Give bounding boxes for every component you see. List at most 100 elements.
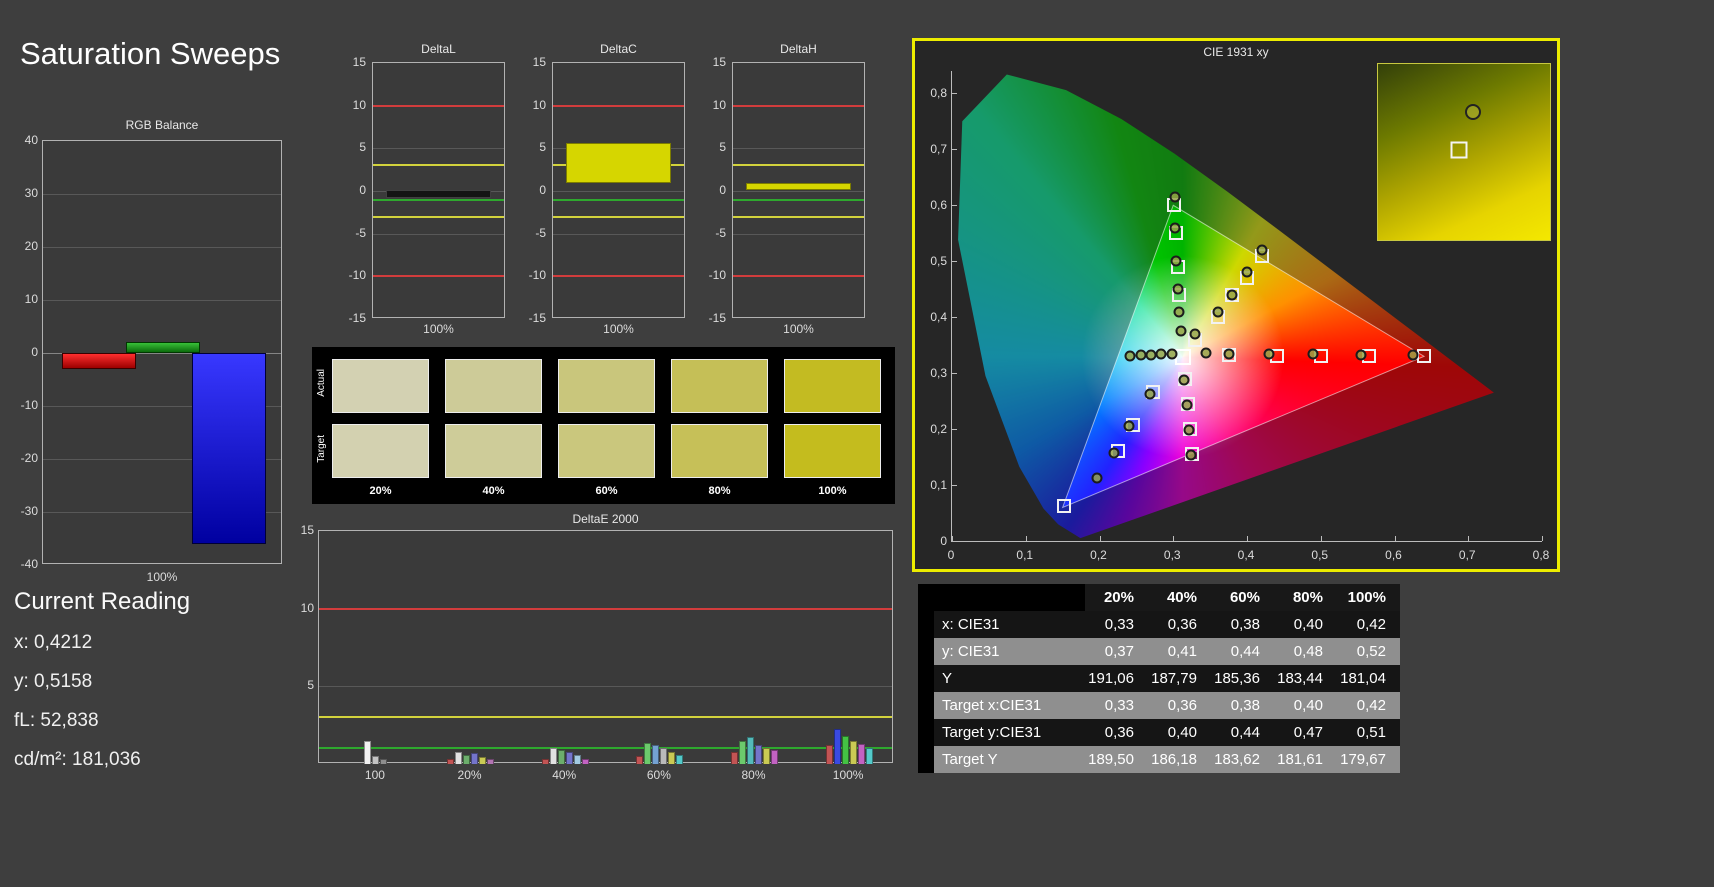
table-cell: 0,40	[1293, 616, 1323, 633]
y-tick-label: -30	[20, 504, 38, 518]
x-tick-mark	[1173, 536, 1175, 541]
limit-line	[733, 198, 864, 201]
table-row: Target y:CIE31 0,36 0,40 0,44 0,47 0,51	[934, 719, 1400, 746]
y-tick-label: 0,5	[930, 254, 947, 269]
limit-line	[373, 104, 504, 107]
y-tick-label: 0	[359, 183, 366, 197]
delta-e-bar	[380, 758, 388, 764]
y-tick-label: -10	[528, 268, 546, 283]
current-reading: Current Reading x: 0,4212 y: 0,5158 fL: …	[14, 588, 294, 788]
delta-e-bar	[668, 751, 676, 764]
table-row: y: CIE31 0,37 0,41 0,44 0,48 0,52	[934, 638, 1400, 665]
limit-line	[373, 275, 504, 278]
target-swatch	[558, 424, 655, 478]
rgb-x-axis-label: 100%	[146, 570, 178, 584]
table-header-cell: 20%	[1103, 589, 1134, 606]
swatch-col-label: 80%	[708, 485, 731, 497]
delta-e-bar	[652, 745, 660, 764]
table-cell: 183,44	[1277, 670, 1323, 687]
measured-point	[1135, 349, 1147, 361]
limit-line	[553, 215, 684, 218]
reading-x: x: 0,4212	[14, 632, 93, 653]
delta-bar	[746, 183, 851, 190]
gridline	[373, 148, 504, 150]
table-cell: 187,79	[1151, 670, 1197, 687]
inset-measured-marker	[1464, 103, 1481, 120]
x-tick-mark	[1320, 536, 1322, 541]
gridline	[373, 233, 504, 235]
y-tick-mark	[952, 317, 957, 319]
x-tick-label: 0,7	[1458, 548, 1476, 562]
gridline	[733, 191, 864, 192]
table-cell: 0,48	[1293, 643, 1323, 660]
delta-e-bar	[731, 751, 738, 764]
table-row: x: CIE31 0,33 0,36 0,38 0,40 0,42	[934, 611, 1400, 638]
table-cell: 0,36	[1167, 697, 1197, 714]
limit-line	[733, 275, 864, 278]
delta-c-plot	[552, 62, 685, 318]
gridline	[553, 191, 684, 192]
gridline	[43, 247, 281, 248]
delta-l-chart-panel[interactable]: DeltaL 100% 15 10 5 0 -5 -10 -15	[332, 42, 522, 354]
delta-e-bar	[447, 758, 455, 764]
delta-e-bar	[857, 743, 865, 764]
reading-cdm2: cd/m²: 181,036	[14, 749, 141, 770]
delta-e-bar	[541, 759, 549, 764]
target-point	[1417, 349, 1431, 364]
delta-e-2000-chart-panel[interactable]: DeltaE 2000 15 10 5 100 20% 40% 60% 80% 100%	[296, 512, 900, 787]
table-cell: 191,06	[1088, 670, 1134, 687]
table-cell: 186,18	[1151, 751, 1197, 768]
measured-point	[1223, 348, 1235, 360]
measured-point	[1185, 449, 1197, 461]
x-tick-mark	[1247, 536, 1248, 541]
actual-swatch	[332, 359, 429, 413]
table-header-cell: 60%	[1229, 589, 1260, 606]
measured-point	[1241, 266, 1253, 278]
current-reading-title: Current Reading	[14, 588, 191, 615]
y-tick-label: -10	[20, 398, 38, 412]
delta-e-bar	[771, 750, 778, 764]
delta-c-chart-panel[interactable]: DeltaC 100% 15 10 5 0 -5 -10 -15	[512, 42, 702, 354]
measured-point	[1169, 191, 1181, 203]
table-row-label: x: CIE31	[942, 616, 1000, 633]
gridline	[319, 686, 892, 688]
y-tick-label: 0	[719, 183, 726, 197]
y-tick-label: 0,1	[930, 478, 947, 493]
table-cell: 183,62	[1214, 751, 1260, 768]
delta-h-chart-panel[interactable]: DeltaH 100% 15 10 5 0 -5 -10 -15	[692, 42, 882, 354]
delta-e-bar	[565, 752, 573, 764]
gridline	[733, 233, 864, 235]
measured-point	[1144, 388, 1156, 400]
target-swatch	[332, 424, 429, 478]
measured-point	[1407, 349, 1419, 361]
x-tick-label: 100%	[832, 768, 864, 782]
x-tick-mark	[1542, 536, 1543, 541]
measurement-table-panel[interactable]: 20% 40% 60% 80% 100% x: CIE31 0,33 0,36 0,38 0,40…	[918, 584, 1400, 778]
y-tick-mark	[952, 373, 957, 375]
delta-e-bar	[471, 753, 479, 764]
x-tick-label: 0,3	[1163, 548, 1181, 562]
y-tick-label: -15	[528, 311, 546, 325]
swatch-col-label: 60%	[595, 485, 618, 497]
measured-point	[1307, 348, 1319, 360]
rgb-bar-red	[62, 353, 136, 369]
y-tick-label: 10	[352, 97, 366, 112]
target-point	[1057, 499, 1072, 514]
y-tick-label: 10	[712, 97, 726, 112]
calibration-app-window: Saturation Sweeps RGB Balance 100% 40 30 2…	[0, 0, 1714, 887]
color-swatches-panel[interactable]: Actual Target 20% 40% 60% 80% 100%	[312, 347, 895, 504]
rgb-balance-chart-panel[interactable]: RGB Balance 100% 40 30 20 10 0 -10 -20 -30 -40	[14, 118, 294, 592]
cie-1931-xy-chart-panel[interactable]: CIE 1931 xy 0 0,1 0,2 0,3 0,4 0,5 0,6 0,7 0,8 0,8…	[912, 38, 1560, 572]
y-tick-label: 15	[712, 55, 726, 69]
cie-title: CIE 1931 xy	[1203, 45, 1269, 59]
swatch-col-label: 100%	[818, 485, 847, 497]
table-corner-cell	[934, 584, 1085, 611]
swatch-col-label: 20%	[369, 485, 392, 497]
measured-point	[1124, 350, 1136, 362]
measured-point	[1226, 289, 1238, 301]
y-tick-label: -5	[355, 225, 366, 240]
delta-bar	[386, 189, 491, 198]
measured-point	[1256, 244, 1268, 256]
table-header-cell: 80%	[1292, 589, 1323, 606]
y-tick-label: 30	[24, 186, 38, 200]
